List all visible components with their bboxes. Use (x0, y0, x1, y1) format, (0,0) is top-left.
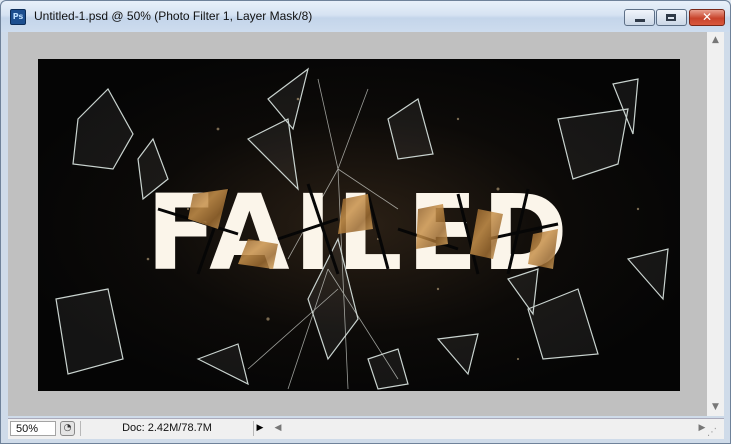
vertical-scrollbar[interactable]: ▲ ▼ (707, 32, 724, 416)
document-canvas[interactable]: FAILED (38, 59, 680, 391)
minimize-button[interactable] (624, 9, 655, 26)
resize-grip-icon[interactable]: ⋰ (707, 427, 723, 439)
photoshop-app-icon[interactable]: Ps (10, 9, 26, 25)
canvas-area[interactable]: FAILED (8, 32, 707, 416)
minimize-icon (635, 19, 645, 22)
close-button[interactable]: ✕ (689, 9, 725, 26)
close-icon: ✕ (701, 10, 713, 24)
title-bar[interactable]: Ps Untitled-1.psd @ 50% (Photo Filter 1,… (1, 1, 730, 32)
scroll-up-arrow-icon[interactable]: ▲ (707, 32, 724, 49)
zoom-preview-icon[interactable]: ◔ (60, 421, 75, 436)
maximize-button[interactable] (656, 9, 687, 26)
shattered-text-artwork: FAILED (38, 59, 680, 391)
info-menu-arrow-icon[interactable]: ▶ (254, 421, 266, 436)
status-bar: 50% ◔ Doc: 2.42M/78.7M ▶ ◀ ▶ (8, 418, 724, 439)
window-title: Untitled-1.psd @ 50% (Photo Filter 1, La… (34, 9, 313, 23)
shattered-headline: FAILED (146, 172, 572, 294)
zoom-level-field[interactable]: 50% (10, 421, 56, 436)
scroll-down-arrow-icon[interactable]: ▼ (707, 399, 724, 416)
maximize-icon (666, 14, 676, 21)
headline-text: FAILED (146, 172, 572, 294)
document-size-info: Doc: 2.42M/78.7M (80, 421, 254, 436)
document-window: Ps Untitled-1.psd @ 50% (Photo Filter 1,… (0, 0, 731, 444)
horizontal-scrollbar[interactable]: ◀ ▶ (270, 421, 710, 436)
scroll-left-arrow-icon[interactable]: ◀ (270, 421, 286, 436)
